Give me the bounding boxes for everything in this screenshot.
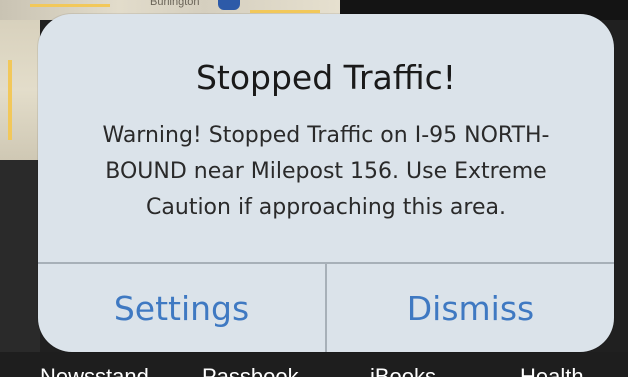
- interstate-shield-icon: [218, 0, 240, 10]
- app-label-health[interactable]: Health: [520, 364, 584, 377]
- app-label-passbook[interactable]: Passbook: [202, 364, 299, 377]
- app-label-newsstand[interactable]: Newsstand: [40, 364, 149, 377]
- dismiss-button[interactable]: Dismiss: [327, 264, 614, 352]
- wallpaper-region: [0, 160, 40, 377]
- map-road: [8, 60, 12, 140]
- alert-message: Warning! Stopped Traffic on I-95 NORTH-B…: [102, 123, 550, 220]
- alert-dialog: Stopped Traffic! Warning! Stopped Traffi…: [38, 14, 614, 352]
- home-screen: Burlington Newsstand Passbook iBooks Hea…: [0, 0, 628, 377]
- app-labels-row: Newsstand Passbook iBooks Health: [0, 352, 628, 377]
- map-road: [250, 10, 320, 13]
- map-preview-side: [0, 20, 40, 160]
- app-label-ibooks[interactable]: iBooks: [370, 364, 436, 377]
- map-road: [30, 4, 110, 7]
- alert-title: Stopped Traffic!: [195, 58, 457, 97]
- settings-button[interactable]: Settings: [38, 264, 325, 352]
- map-town-label: Burlington: [150, 0, 200, 8]
